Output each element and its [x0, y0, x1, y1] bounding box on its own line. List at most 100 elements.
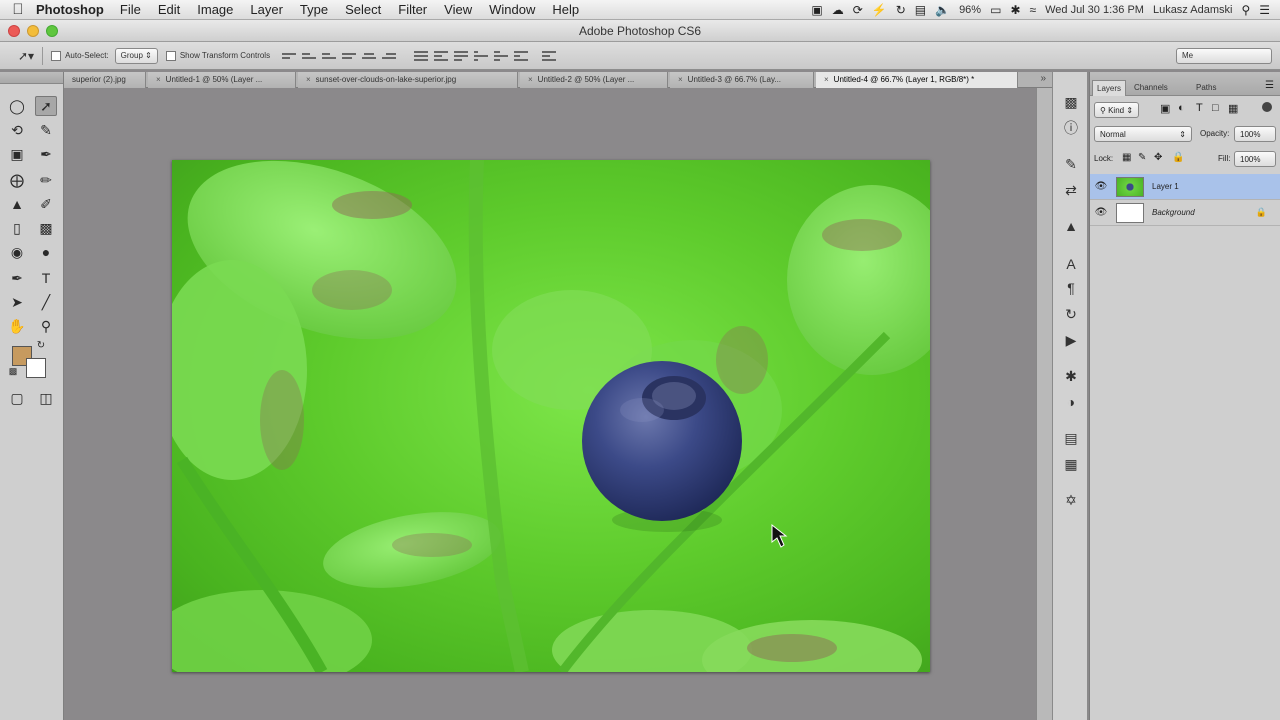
- filter-smart-object-icon[interactable]: ▦: [1228, 102, 1238, 115]
- document-canvas[interactable]: [172, 160, 930, 672]
- lock-image-icon[interactable]: ✎: [1138, 152, 1146, 163]
- pen-tool-icon[interactable]: ✒: [6, 268, 28, 288]
- clone-stamp-tool-icon[interactable]: ▲: [6, 194, 28, 214]
- swap-colors-icon[interactable]: ↻: [34, 338, 48, 352]
- blur-tool-icon[interactable]: ◉: [6, 242, 28, 262]
- layer-row-background[interactable]: 👁 Background 🔒: [1090, 200, 1280, 226]
- lock-transparent-icon[interactable]: ▦: [1122, 152, 1131, 163]
- menu-file[interactable]: File: [120, 2, 141, 17]
- distribute-vcenter-icon[interactable]: [434, 49, 449, 63]
- tab-channels[interactable]: Channels: [1130, 80, 1172, 96]
- doc-tab[interactable]: superior (2).jpg: [64, 72, 146, 88]
- notification-list-icon[interactable]: ☰: [1259, 3, 1270, 17]
- distribute-right-icon[interactable]: [514, 49, 529, 63]
- menu-edit[interactable]: Edit: [158, 2, 180, 17]
- brush-panel-icon[interactable]: ✎: [1061, 154, 1081, 174]
- menu-window[interactable]: Window: [489, 2, 535, 17]
- filter-pixel-icon[interactable]: ▣: [1160, 102, 1170, 115]
- eyedropper-tool-icon[interactable]: ✒: [35, 144, 57, 164]
- lock-all-icon[interactable]: 🔒: [1172, 152, 1184, 163]
- layer-filter-dropdown[interactable]: ⚲ Kind ⇕: [1094, 102, 1140, 118]
- line-tool-icon[interactable]: ╱: [35, 292, 57, 312]
- menu-filter[interactable]: Filter: [398, 2, 427, 17]
- align-vcenter-icon[interactable]: [302, 49, 317, 63]
- type-tool-icon[interactable]: T: [35, 268, 57, 288]
- filter-type-icon[interactable]: T: [1196, 102, 1203, 114]
- close-tab-icon[interactable]: ×: [824, 75, 829, 84]
- tab-layers[interactable]: Layers: [1092, 80, 1127, 96]
- lightning-icon[interactable]: ⚡: [872, 3, 887, 17]
- sync-icon[interactable]: ⟳: [853, 3, 863, 17]
- menu-layer[interactable]: Layer: [250, 2, 283, 17]
- menu-view[interactable]: View: [444, 2, 472, 17]
- notes-panel-icon[interactable]: ▦: [1061, 454, 1081, 474]
- swatches-panel-icon[interactable]: ✡: [1061, 490, 1081, 510]
- volume-icon[interactable]: 🔈: [935, 3, 950, 17]
- auto-align-layers-icon[interactable]: [542, 49, 557, 63]
- dodge-tool-icon[interactable]: ●: [35, 242, 57, 262]
- bluetooth-icon[interactable]: ✱: [1010, 3, 1020, 17]
- close-window-button[interactable]: [8, 25, 20, 37]
- tab-overflow-icon[interactable]: »: [1040, 73, 1046, 84]
- distribute-top-icon[interactable]: [414, 49, 429, 63]
- filter-adjustment-icon[interactable]: ◐: [1178, 102, 1185, 114]
- brush-presets-panel-icon[interactable]: ⇄: [1061, 180, 1081, 200]
- paragraph-panel-icon[interactable]: ¶: [1061, 278, 1081, 298]
- actions-panel-icon[interactable]: ▶: [1061, 330, 1081, 350]
- align-hcenter-icon[interactable]: [362, 49, 377, 63]
- crop-tool-icon[interactable]: ▣: [6, 144, 28, 164]
- path-selection-tool-icon[interactable]: ➤: [6, 292, 28, 312]
- clone-source-panel-icon[interactable]: ▲: [1061, 216, 1081, 236]
- gradient-tool-icon[interactable]: ▩: [35, 218, 57, 238]
- align-top-icon[interactable]: [282, 49, 297, 63]
- background-color-swatch[interactable]: [26, 358, 46, 378]
- auto-select-checkbox[interactable]: [51, 50, 62, 61]
- doc-tab[interactable]: × Untitled-3 @ 66.7% (Lay...: [670, 72, 814, 88]
- distribute-bottom-icon[interactable]: [454, 49, 469, 63]
- battery-status[interactable]: 96%: [959, 4, 981, 16]
- spotlight-search-icon[interactable]: ⚲: [1241, 3, 1250, 17]
- panel-collapse-strip[interactable]: [1036, 88, 1052, 720]
- doc-tab[interactable]: × Untitled-1 @ 50% (Layer ...: [148, 72, 296, 88]
- close-tab-icon[interactable]: ×: [528, 75, 533, 84]
- align-bottom-icon[interactable]: [322, 49, 337, 63]
- show-transform-checkbox[interactable]: [165, 50, 176, 61]
- tab-paths[interactable]: Paths: [1192, 80, 1220, 96]
- align-right-icon[interactable]: [382, 49, 397, 63]
- align-left-icon[interactable]: [342, 49, 357, 63]
- minimize-window-button[interactable]: [27, 25, 39, 37]
- menu-help[interactable]: Help: [552, 2, 579, 17]
- opacity-field[interactable]: 100%: [1234, 126, 1276, 142]
- canvas-area[interactable]: [64, 88, 1052, 720]
- filter-shape-icon[interactable]: □: [1212, 102, 1219, 114]
- doc-tab[interactable]: × sunset-over-clouds-on-lake-superior.jpg: [298, 72, 518, 88]
- app-menu[interactable]: Photoshop: [36, 2, 104, 17]
- zoom-window-button[interactable]: [46, 25, 58, 37]
- auto-select-dropdown[interactable]: Group ⇕: [114, 47, 158, 64]
- visibility-eye-icon[interactable]: 👁: [1090, 207, 1112, 218]
- creative-cloud-icon[interactable]: ☁: [832, 3, 844, 17]
- close-tab-icon[interactable]: ×: [156, 75, 161, 84]
- wifi-icon[interactable]: ≈: [1030, 3, 1037, 17]
- hand-tool-icon[interactable]: ✋: [6, 316, 28, 336]
- zoom-tool-icon[interactable]: ⚲: [35, 316, 57, 336]
- screen-record-icon[interactable]: ▣: [811, 3, 822, 17]
- move-tool-icon[interactable]: ➚: [35, 96, 57, 116]
- panel-menu-icon[interactable]: ☰: [1265, 80, 1274, 91]
- blend-mode-dropdown[interactable]: Normal ⇕: [1094, 126, 1192, 142]
- histogram-panel-icon[interactable]: ▩: [1061, 92, 1081, 112]
- history-panel-icon[interactable]: ↻: [1061, 304, 1081, 324]
- screen-mode-icon[interactable]: ◫: [35, 388, 57, 408]
- menu-image[interactable]: Image: [197, 2, 233, 17]
- default-colors-icon[interactable]: ▩: [6, 364, 20, 378]
- close-tab-icon[interactable]: ×: [306, 75, 311, 84]
- move-tool-preset-icon[interactable]: ➚▾: [18, 49, 34, 63]
- close-tab-icon[interactable]: ×: [678, 75, 683, 84]
- character-panel-icon[interactable]: A: [1061, 254, 1081, 274]
- doc-tab[interactable]: × Untitled-2 @ 50% (Layer ...: [520, 72, 668, 88]
- properties-panel-icon[interactable]: ▤: [1061, 428, 1081, 448]
- doc-tab-active[interactable]: × Untitled-4 @ 66.7% (Layer 1, RGB/8*) *: [816, 72, 1018, 88]
- workspace-switcher[interactable]: Me: [1176, 47, 1272, 64]
- quick-selection-tool-icon[interactable]: ✎: [35, 120, 57, 140]
- distribute-left-icon[interactable]: [474, 49, 489, 63]
